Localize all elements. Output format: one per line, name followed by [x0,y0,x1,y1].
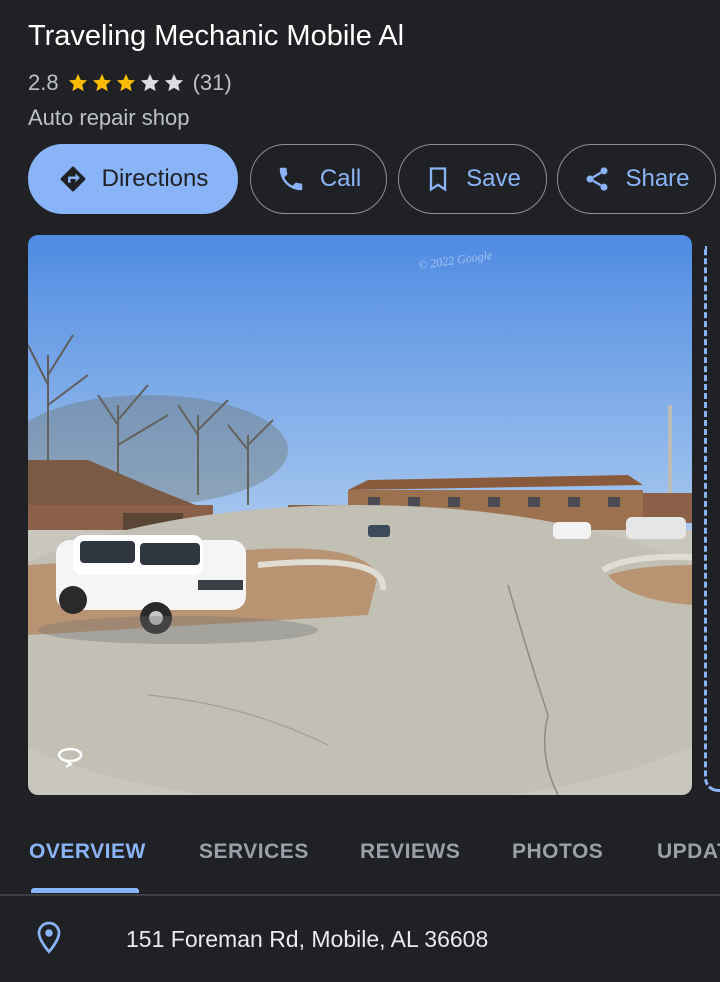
rating-row[interactable]: 2.8 (31) [28,70,232,96]
rating-value: 2.8 [28,70,59,95]
tab-services[interactable]: SERVICES [199,840,309,864]
star-icon [92,73,111,92]
call-label: Call [319,165,362,192]
bookmark-icon [429,167,447,192]
star-empty-icon [140,73,159,92]
directions-icon [60,166,86,192]
share-label: Share [625,165,690,192]
star-icon [116,73,135,92]
save-label: Save [466,165,521,192]
share-icon [586,167,608,191]
tab-bar: OVERVIEW SERVICES REVIEWS PHOTOS UPDAT [0,830,720,893]
star-rating [67,72,187,94]
directions-label: Directions [101,165,209,192]
place-title: Traveling Mechanic Mobile Al [28,20,405,52]
active-tab-indicator [31,888,139,893]
place-category: Auto repair shop [28,105,190,130]
review-count: (31) [192,70,232,95]
save-button[interactable]: Save [398,144,547,214]
street-view-photo[interactable]: © 2022 Google [28,235,692,795]
star-empty-icon [164,73,183,92]
directions-button[interactable]: Directions [28,144,238,214]
street-scene-image [28,235,692,795]
tab-photos[interactable]: PHOTOS [512,840,603,864]
share-button[interactable]: Share [557,144,716,214]
tab-reviews[interactable]: REVIEWS [360,840,460,864]
star-icon [68,73,87,92]
next-photo-peek[interactable] [704,246,720,792]
location-pin-icon [37,921,61,954]
phone-icon [279,167,303,191]
call-button[interactable]: Call [250,144,387,214]
address-text: 151 Foreman Rd, Mobile, AL 36608 [126,926,489,952]
address-row[interactable]: 151 Foreman Rd, Mobile, AL 36608 [0,896,720,982]
tab-updates[interactable]: UPDAT [657,840,720,864]
tab-overview[interactable]: OVERVIEW [29,840,146,864]
